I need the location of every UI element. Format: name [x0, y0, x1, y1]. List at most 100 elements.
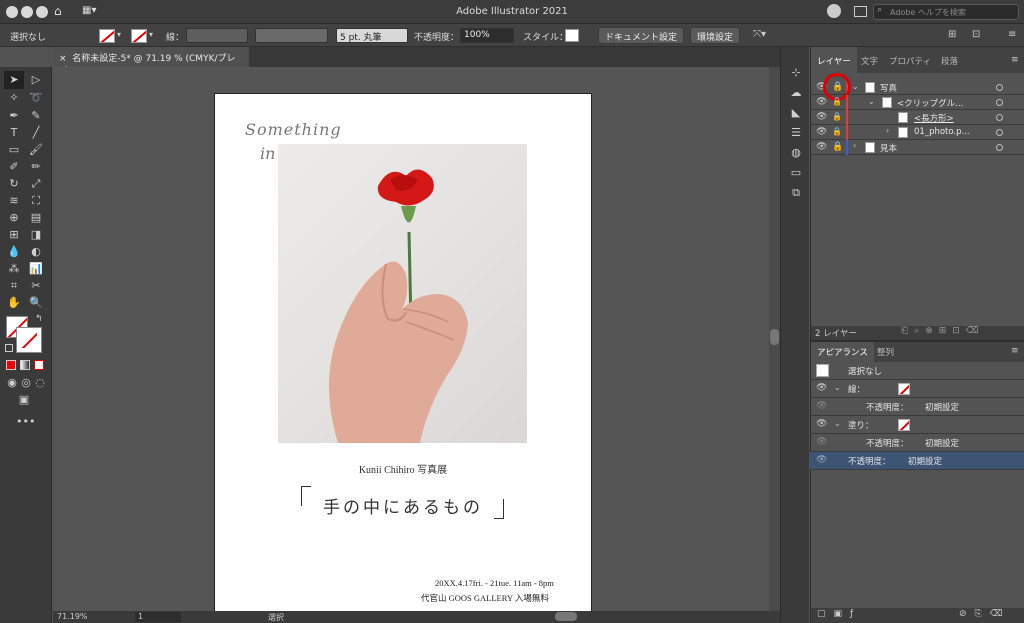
help-search-input[interactable]: Adobe ヘルプを検索 [873, 4, 1019, 20]
artboard-tool-icon[interactable]: ⌗ [6, 278, 22, 294]
lock-toggle-empty[interactable]: 🔒 [832, 127, 842, 136]
hand-tool-icon[interactable]: ✋ [6, 295, 22, 311]
expand-chevron-icon[interactable]: ⌄ [834, 419, 841, 428]
lock-toggle-empty[interactable]: 🔒 [832, 97, 842, 106]
fill-swatch[interactable] [99, 29, 115, 43]
appearance-stroke-row[interactable]: 👁 ⌄ 線： [810, 380, 1024, 398]
layer-name[interactable]: 01_photo.p... [914, 127, 970, 137]
tab-align[interactable]: 整列 [871, 342, 900, 362]
artboard-number-input[interactable]: 1 [135, 612, 181, 622]
gradient-tool-icon[interactable]: ◨ [28, 227, 44, 243]
pathfinder-panel-icon[interactable]: ⧉ [788, 185, 804, 201]
target-circle-icon[interactable] [996, 144, 1003, 151]
selection-tool-icon[interactable]: ➤ [6, 72, 22, 88]
document-settings-button[interactable]: ドキュメント設定 [598, 27, 685, 44]
warp-tool-icon[interactable]: ≋ [6, 193, 22, 209]
vertical-scrollbar[interactable] [769, 67, 780, 611]
stroke-swatch-mini[interactable] [898, 383, 910, 395]
zoom-level[interactable]: 71.19% [57, 612, 88, 621]
slice-tool-icon[interactable]: ✂ [28, 278, 44, 294]
free-transform-tool-icon[interactable]: ⛶ [28, 193, 44, 209]
color-mode-icon[interactable] [6, 360, 16, 370]
expand-chevron-icon[interactable]: › [886, 126, 889, 135]
stroke-opacity-label[interactable]: 不透明度： [866, 401, 909, 413]
type-tool-icon[interactable]: T [6, 125, 22, 141]
appearance-fill-row[interactable]: 👁 ⌄ 塗り： [810, 416, 1024, 434]
magic-wand-tool-icon[interactable]: ✧ [6, 90, 22, 106]
layer-row[interactable]: 👁 🔒 ⌄ <クリップグル... [810, 95, 1024, 110]
lock-icon[interactable]: 🔒 [832, 142, 843, 152]
expand-chevron-icon[interactable]: › [853, 141, 856, 150]
edit-toolbar-icon[interactable]: ••• [16, 414, 35, 430]
expand-chevron-icon[interactable]: ⌄ [852, 82, 859, 91]
stroke-attribute-label[interactable]: 線： [848, 383, 865, 395]
line-tool-icon[interactable]: ╱ [28, 125, 44, 141]
none-mode-icon[interactable] [34, 360, 44, 370]
opacity-input[interactable]: 100% [460, 28, 514, 43]
visibility-eye-icon[interactable]: 👁 [816, 97, 827, 107]
variable-width-profile[interactable] [255, 28, 328, 43]
object-opacity-value[interactable]: 初期設定 [908, 455, 942, 467]
photo-hand-with-flower[interactable] [278, 144, 527, 443]
mesh-tool-icon[interactable]: ⊞ [6, 227, 22, 243]
tab-appearance[interactable]: アピアランス [811, 342, 874, 362]
expand-chevron-icon[interactable]: ⌄ [868, 97, 875, 106]
fill-opacity-label[interactable]: 不透明度： [866, 437, 909, 449]
align-icon[interactable]: ⊞ [948, 29, 956, 40]
lock-toggle-empty[interactable]: 🔒 [832, 112, 842, 121]
transform-panel-icon[interactable]: ⊹ [788, 65, 804, 81]
appearance-footer-right-icons[interactable]: ⊘⎘⌫ [959, 609, 1010, 619]
zoom-tool-icon[interactable]: 🔍 [28, 295, 44, 311]
horizontal-scroll-thumb[interactable] [555, 612, 577, 621]
transparency-panel-icon[interactable]: ◍ [788, 145, 804, 161]
visibility-eye-icon[interactable]: 👁 [816, 437, 827, 447]
draw-inside-icon[interactable]: ◌ [32, 375, 48, 391]
pen-tool-icon[interactable]: ✒ [6, 108, 22, 124]
select-similar-icon[interactable]: ⤧▾ [753, 29, 766, 40]
brush-definition-dropdown[interactable]: 5 pt. 丸筆 [336, 28, 408, 43]
visibility-eye-icon[interactable]: 👁 [816, 455, 827, 465]
appearance-opacity-row[interactable]: 👁 不透明度： 初期設定 [810, 452, 1024, 470]
curvature-tool-icon[interactable]: ✎ [28, 108, 44, 124]
visibility-eye-icon[interactable]: 👁 [816, 142, 827, 152]
close-tab-icon[interactable]: × [59, 54, 67, 64]
layer-name[interactable]: <クリップグル... [897, 97, 963, 109]
layer-name[interactable]: 見本 [880, 142, 897, 154]
appearance-panel-menu-icon[interactable]: ≡ [1011, 346, 1019, 356]
target-circle-icon[interactable] [996, 99, 1003, 106]
panel-menu-icon[interactable]: ≡ [1008, 29, 1016, 40]
visibility-eye-icon[interactable]: 👁 [816, 419, 827, 429]
symbol-sprayer-tool-icon[interactable]: ⁂ [6, 261, 22, 277]
color-guide-icon[interactable]: ☁ [788, 85, 804, 101]
fill-attribute-label[interactable]: 塗り： [848, 419, 874, 431]
visibility-eye-icon[interactable]: 👁 [816, 112, 827, 122]
preferences-button[interactable]: 環境設定 [690, 27, 741, 44]
document-tab[interactable]: × 名称未設定-5* @ 71.19 % (CMYK/プレビュー) [53, 47, 249, 77]
paintbrush-tool-icon[interactable]: 🖌 [28, 142, 44, 158]
shape-builder-tool-icon[interactable]: ⊕ [6, 210, 22, 226]
shaper-tool-icon[interactable]: ✐ [6, 159, 22, 175]
visibility-eye-icon[interactable]: 👁 [816, 127, 827, 137]
layer-row[interactable]: 👁 🔒 › 見本 [810, 140, 1024, 155]
arrange-documents-icon[interactable] [854, 6, 867, 17]
swap-fill-stroke-icon[interactable]: ↰ [35, 314, 43, 324]
stroke-swatch[interactable] [131, 29, 147, 43]
tab-paragraph[interactable]: 段落 [935, 47, 964, 73]
tab-properties[interactable]: プロパティ [883, 47, 937, 73]
vertical-scroll-thumb[interactable] [770, 329, 779, 345]
default-colors-icon[interactable] [5, 344, 13, 352]
stroke-opacity-value[interactable]: 初期設定 [925, 401, 959, 413]
visibility-eye-icon[interactable]: 👁 [816, 383, 827, 393]
rectangle-tool-icon[interactable]: ▭ [6, 142, 22, 158]
layer-name[interactable]: <長方形> [914, 112, 954, 124]
stroke-dropdown-icon[interactable]: ▾ [149, 30, 153, 39]
layers-panel-menu-icon[interactable]: ≡ [1011, 55, 1019, 65]
appearance-footer-left-icons[interactable]: ▢▣ƒ [817, 609, 861, 619]
rotate-tool-icon[interactable]: ↻ [6, 176, 22, 192]
layer-row[interactable]: 👁 🔒 › 01_photo.p... [810, 125, 1024, 140]
layers-footer-icons[interactable]: ⎗⌕⊕⊞⊡⌫ [901, 326, 985, 336]
stroke-color-box[interactable] [16, 327, 42, 353]
appearance-fill-opacity-row[interactable]: 👁 不透明度： 初期設定 [810, 434, 1024, 452]
blend-tool-icon[interactable]: ◐ [28, 244, 44, 260]
layer-row[interactable]: 👁 🔒 <長方形> [810, 110, 1024, 125]
